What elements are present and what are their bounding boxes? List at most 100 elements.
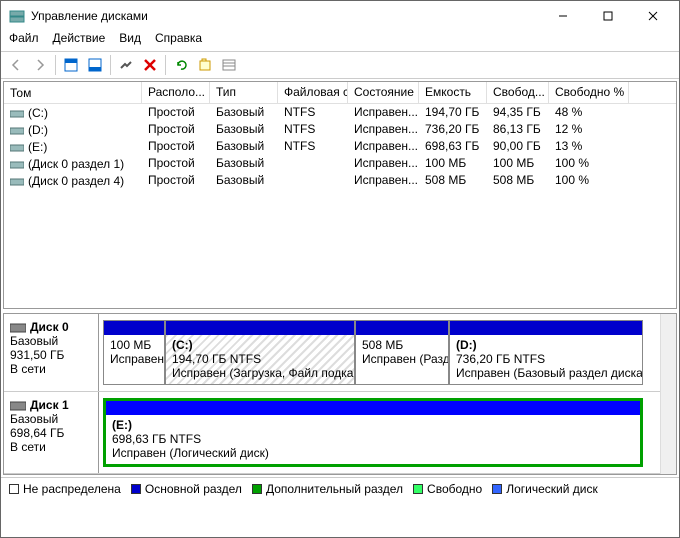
col-capacity[interactable]: Емкость xyxy=(419,82,487,103)
cell-fs: NTFS xyxy=(278,138,348,155)
table-row[interactable]: (C:)ПростойБазовыйNTFSИсправен...194,70 … xyxy=(4,104,676,121)
partition-status: Исправен (Загрузка, Файл подкачк xyxy=(172,366,348,380)
table-row[interactable]: (D:)ПростойБазовыйNTFSИсправен...736,20 … xyxy=(4,121,676,138)
cell-freepct: 100 % xyxy=(549,172,629,189)
partition-size: 736,20 ГБ NTFS xyxy=(456,352,636,366)
partition[interactable]: 508 МБИсправен (Разде xyxy=(355,320,449,385)
partition-stripe xyxy=(166,321,354,335)
swatch-free xyxy=(413,484,423,494)
window-title: Управление дисками xyxy=(31,9,540,23)
partition-label: (C:) xyxy=(172,338,348,352)
col-fs[interactable]: Файловая с... xyxy=(278,82,348,103)
close-button[interactable] xyxy=(630,2,675,30)
scrollbar[interactable] xyxy=(660,314,676,474)
view-bottom-button[interactable] xyxy=(84,54,106,76)
volume-name: (E:) xyxy=(28,140,47,154)
delete-button[interactable] xyxy=(139,54,161,76)
disk-row: Диск 1Базовый698,64 ГБВ сети(E:)698,63 Г… xyxy=(4,392,660,474)
cell-capacity: 698,63 ГБ xyxy=(419,138,487,155)
cell-fs xyxy=(278,172,348,189)
swatch-unalloc xyxy=(9,484,19,494)
disk-bar: (E:)698,63 ГБ NTFSИсправен (Логический д… xyxy=(99,392,660,473)
menu-action[interactable]: Действие xyxy=(53,31,106,47)
table-row[interactable]: (Диск 0 раздел 1)ПростойБазовыйИсправен.… xyxy=(4,155,676,172)
partition-size: 698,63 ГБ NTFS xyxy=(112,432,634,446)
swatch-logical xyxy=(492,484,502,494)
menu-view[interactable]: Вид xyxy=(119,31,141,47)
cell-free: 86,13 ГБ xyxy=(487,121,549,138)
cell-type: Базовый xyxy=(210,121,278,138)
partition-size: 194,70 ГБ NTFS xyxy=(172,352,348,366)
partition[interactable]: (C:)194,70 ГБ NTFSИсправен (Загрузка, Фа… xyxy=(165,320,355,385)
col-status[interactable]: Состояние xyxy=(348,82,419,103)
disk-bar: 100 МБИсправен ((C:)194,70 ГБ NTFSИсправ… xyxy=(99,314,660,391)
cell-type: Базовый xyxy=(210,138,278,155)
disk-icon xyxy=(10,322,26,332)
disk-info[interactable]: Диск 0Базовый931,50 ГБВ сети xyxy=(4,314,99,391)
partition-size: 508 МБ xyxy=(362,338,442,352)
menu-file[interactable]: Файл xyxy=(9,31,39,47)
partition-status: Исправен (Базовый раздел диска) xyxy=(456,366,636,380)
cell-layout: Простой xyxy=(142,155,210,172)
partition-label: (E:) xyxy=(112,418,634,432)
cell-type: Базовый xyxy=(210,155,278,172)
cell-capacity: 100 МБ xyxy=(419,155,487,172)
partition-size: 100 МБ xyxy=(110,338,158,352)
cell-free: 94,35 ГБ xyxy=(487,104,549,121)
cell-capacity: 736,20 ГБ xyxy=(419,121,487,138)
partition-stripe xyxy=(104,321,164,335)
partition-status: Исправен (Логический диск) xyxy=(112,446,634,460)
partition-status: Исправен ( xyxy=(110,352,158,366)
volume-icon xyxy=(10,142,24,152)
partition[interactable]: 100 МБИсправен ( xyxy=(103,320,165,385)
cell-free: 100 МБ xyxy=(487,155,549,172)
undo-button[interactable] xyxy=(170,54,192,76)
disk-status: В сети xyxy=(10,362,92,376)
settings-button[interactable] xyxy=(115,54,137,76)
app-icon xyxy=(9,8,25,24)
disk-type: Базовый xyxy=(10,334,92,348)
disk-size: 698,64 ГБ xyxy=(10,426,92,440)
volume-rows: (C:)ПростойБазовыйNTFSИсправен...194,70 … xyxy=(4,104,676,308)
list-button[interactable] xyxy=(218,54,240,76)
legend-unallocated: Не распределена xyxy=(9,482,121,496)
volume-name: (C:) xyxy=(28,106,48,120)
cell-type: Базовый xyxy=(210,172,278,189)
partition[interactable]: (D:)736,20 ГБ NTFSИсправен (Базовый разд… xyxy=(449,320,643,385)
col-freepct[interactable]: Свободно % xyxy=(549,82,629,103)
cell-type: Базовый xyxy=(210,104,278,121)
graphical-pane: Диск 0Базовый931,50 ГБВ сети100 МБИсправ… xyxy=(3,313,677,475)
cell-fs: NTFS xyxy=(278,104,348,121)
toolbar xyxy=(1,51,679,79)
col-volume[interactable]: Том xyxy=(4,82,142,103)
partition[interactable]: (E:)698,63 ГБ NTFSИсправен (Логический д… xyxy=(103,398,643,467)
partition-label: (D:) xyxy=(456,338,636,352)
maximize-button[interactable] xyxy=(585,2,630,30)
legend-primary: Основной раздел xyxy=(131,482,242,496)
minimize-button[interactable] xyxy=(540,2,585,30)
view-top-button[interactable] xyxy=(60,54,82,76)
disk-type: Базовый xyxy=(10,412,92,426)
forward-button[interactable] xyxy=(29,54,51,76)
legend-extended: Дополнительный раздел xyxy=(252,482,403,496)
volume-icon xyxy=(10,159,24,169)
menu-help[interactable]: Справка xyxy=(155,31,202,47)
col-free[interactable]: Свобод... xyxy=(487,82,549,103)
properties-button[interactable] xyxy=(194,54,216,76)
col-type[interactable]: Тип xyxy=(210,82,278,103)
disk-info[interactable]: Диск 1Базовый698,64 ГБВ сети xyxy=(4,392,99,473)
cell-status: Исправен... xyxy=(348,172,419,189)
table-row[interactable]: (Диск 0 раздел 4)ПростойБазовыйИсправен.… xyxy=(4,172,676,189)
swatch-extended xyxy=(252,484,262,494)
disk-name: Диск 1 xyxy=(30,398,69,412)
disk-name: Диск 0 xyxy=(30,320,69,334)
cell-fs xyxy=(278,155,348,172)
disk-row: Диск 0Базовый931,50 ГБВ сети100 МБИсправ… xyxy=(4,314,660,392)
cell-capacity: 194,70 ГБ xyxy=(419,104,487,121)
cell-free: 508 МБ xyxy=(487,172,549,189)
volume-icon xyxy=(10,125,24,135)
col-layout[interactable]: Располо... xyxy=(142,82,210,103)
back-button[interactable] xyxy=(5,54,27,76)
partition-stripe xyxy=(356,321,448,335)
table-row[interactable]: (E:)ПростойБазовыйNTFSИсправен...698,63 … xyxy=(4,138,676,155)
